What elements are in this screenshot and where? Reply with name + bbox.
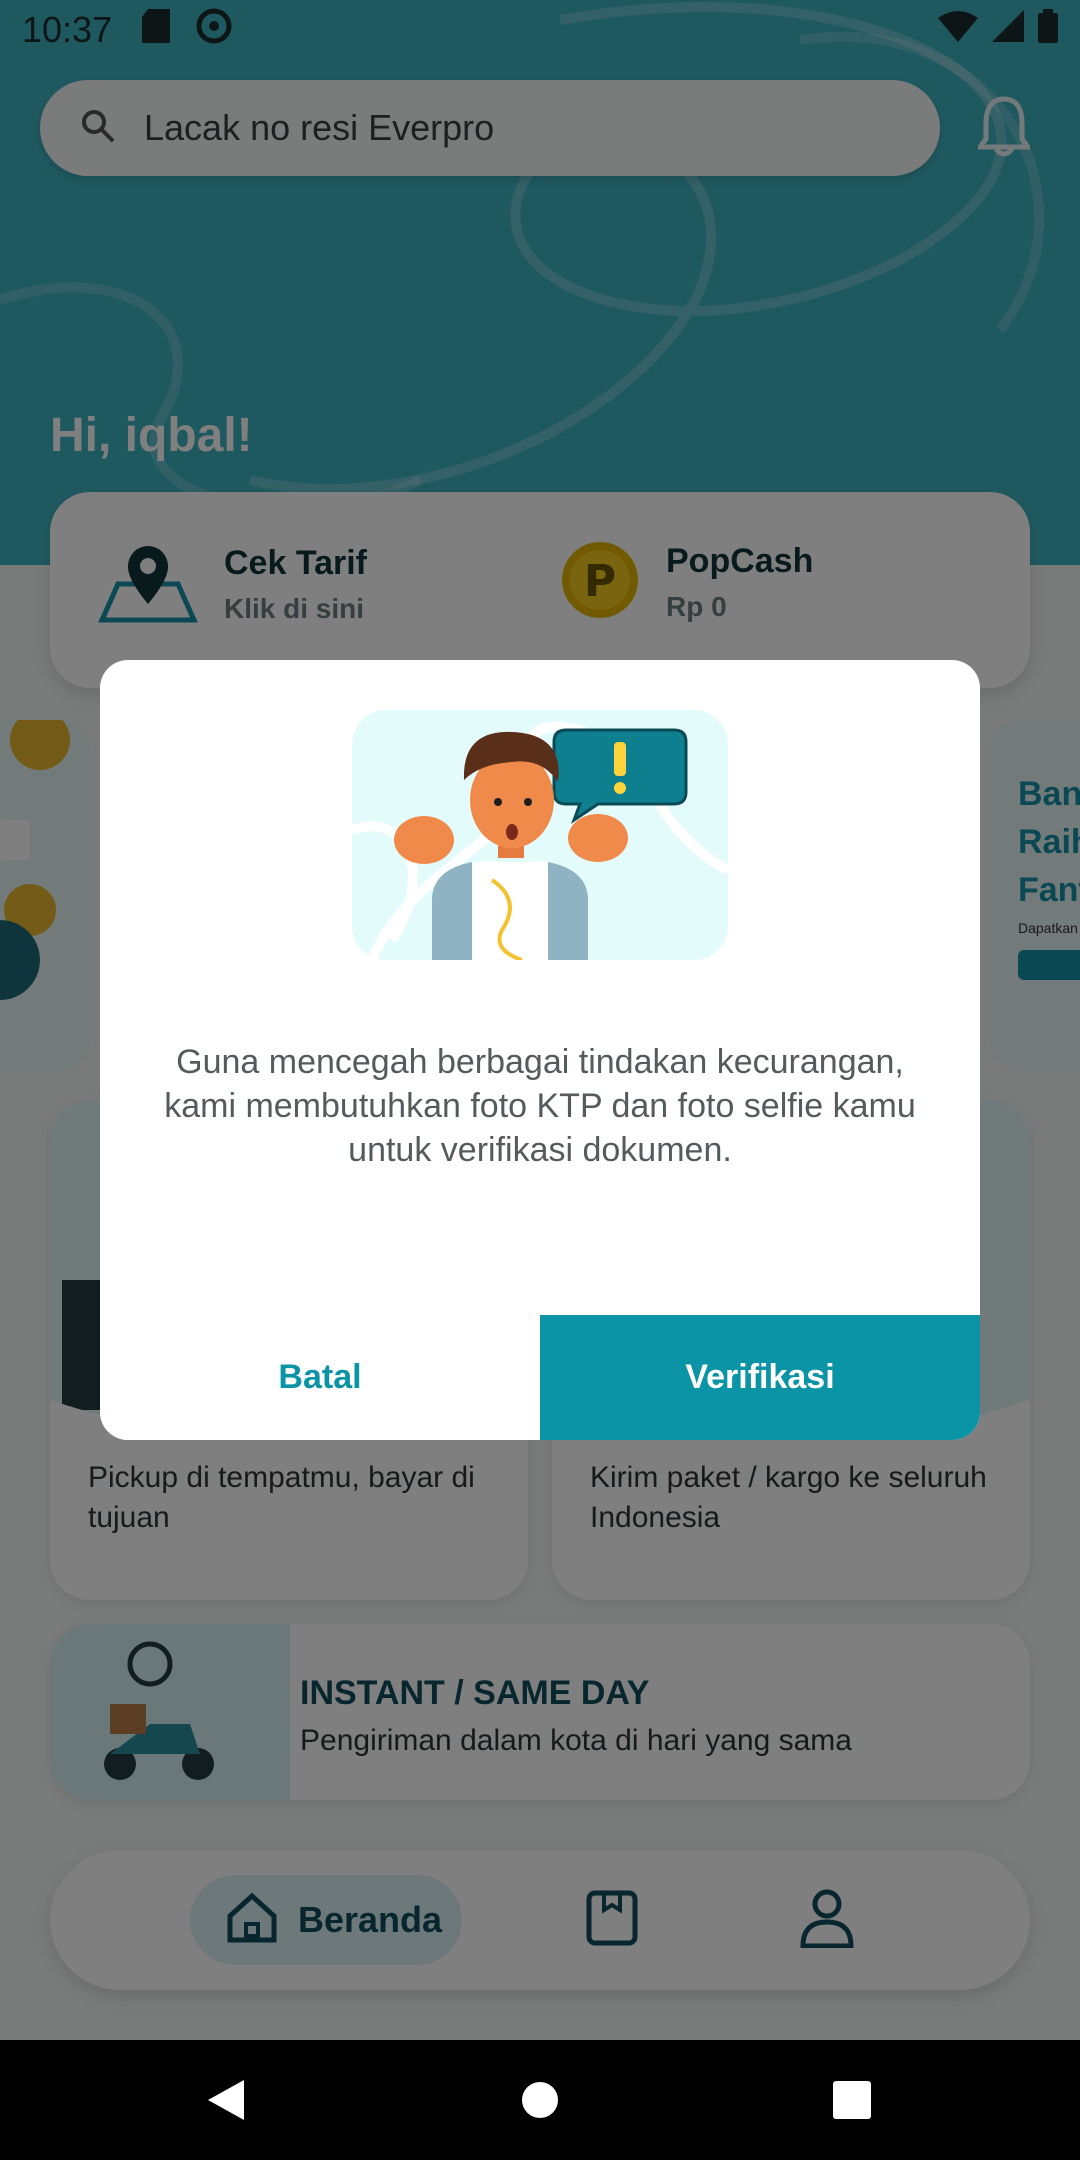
verify-button[interactable]: Verifikasi bbox=[540, 1315, 980, 1440]
confused-person-illustration bbox=[350, 710, 731, 962]
system-navigation-bar bbox=[0, 2040, 1080, 2160]
recents-icon[interactable] bbox=[792, 2040, 912, 2160]
home-circle-icon[interactable] bbox=[480, 2040, 600, 2160]
verification-dialog: Guna mencegah berbagai tindakan kecurang… bbox=[100, 660, 980, 1440]
dialog-message: Guna mencegah berbagai tindakan kecurang… bbox=[164, 1043, 916, 1169]
back-icon[interactable] bbox=[166, 2040, 286, 2160]
cancel-button[interactable]: Batal bbox=[100, 1315, 540, 1440]
